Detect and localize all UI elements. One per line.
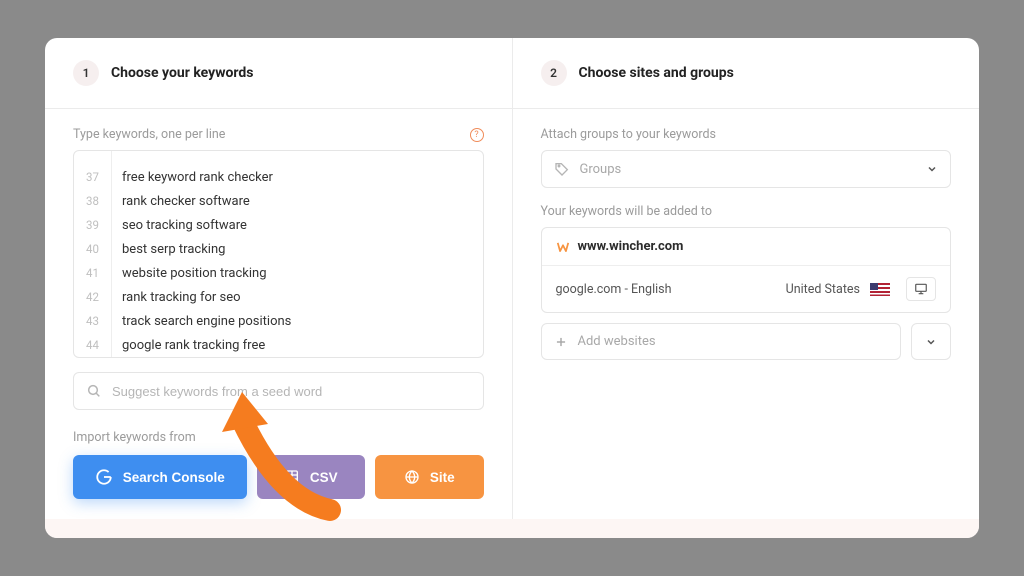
groups-label: Attach groups to your keywords bbox=[541, 127, 952, 142]
column-sites: 2 Choose sites and groups Attach groups … bbox=[513, 38, 980, 519]
us-flag-icon bbox=[870, 283, 890, 296]
keywords-textarea[interactable]: 37 free keyword rank checker 38 rank che… bbox=[73, 150, 484, 358]
globe-icon bbox=[404, 469, 420, 485]
import-csv-label: CSV bbox=[310, 470, 338, 485]
keyword-text: rank tracking for seo bbox=[112, 290, 241, 305]
import-label: Import keywords from bbox=[73, 430, 484, 445]
site-domain: www.wincher.com bbox=[578, 239, 684, 254]
site-card: www.wincher.com google.com - English Uni… bbox=[541, 227, 952, 313]
add-websites-row: Add websites bbox=[541, 323, 952, 360]
suggest-input[interactable] bbox=[112, 384, 471, 399]
step-2-badge: 2 bbox=[541, 60, 567, 86]
modal-columns: 1 Choose your keywords Type keywords, on… bbox=[45, 38, 979, 519]
keyword-row: 41 website position tracking bbox=[74, 261, 483, 285]
tag-icon bbox=[554, 161, 570, 177]
chevron-down-icon bbox=[926, 163, 938, 175]
keyword-row: 42 rank tracking for seo bbox=[74, 285, 483, 309]
sites-label: Your keywords will be added to bbox=[541, 204, 952, 219]
add-websites-dropdown[interactable] bbox=[911, 323, 951, 360]
add-websites-label: Add websites bbox=[578, 334, 656, 349]
groups-select[interactable]: Groups bbox=[541, 150, 952, 188]
line-number: 43 bbox=[74, 309, 112, 333]
line-number: 38 bbox=[74, 189, 112, 213]
import-sc-label: Search Console bbox=[123, 470, 225, 485]
suggest-input-wrapper[interactable] bbox=[73, 372, 484, 410]
keyword-text: rank checker software bbox=[112, 194, 250, 209]
line-number: 42 bbox=[74, 285, 112, 309]
step-2-header: 2 Choose sites and groups bbox=[513, 38, 980, 109]
keywords-label: Type keywords, one per line bbox=[73, 127, 225, 142]
line-number: 39 bbox=[74, 213, 112, 237]
spreadsheet-icon bbox=[284, 469, 300, 485]
keywords-body: Type keywords, one per line ? 37 free ke… bbox=[45, 109, 512, 519]
keyword-text: best serp tracking bbox=[112, 242, 225, 257]
line-number: 37 bbox=[74, 165, 112, 189]
step-1-header: 1 Choose your keywords bbox=[45, 38, 512, 109]
keyword-row: 40 best serp tracking bbox=[74, 237, 483, 261]
google-icon bbox=[95, 468, 113, 486]
chevron-down-icon bbox=[925, 336, 937, 348]
device-desktop-icon[interactable] bbox=[906, 277, 936, 301]
import-search-console-button[interactable]: Search Console bbox=[73, 455, 247, 499]
import-buttons: Search Console CSV Site bbox=[73, 455, 484, 499]
add-keywords-modal: 1 Choose your keywords Type keywords, on… bbox=[45, 38, 979, 538]
help-icon[interactable]: ? bbox=[470, 128, 484, 142]
import-site-button[interactable]: Site bbox=[375, 455, 483, 499]
line-number: 44 bbox=[74, 333, 112, 357]
import-site-label: Site bbox=[430, 470, 455, 485]
keywords-label-row: Type keywords, one per line ? bbox=[73, 127, 484, 142]
plus-icon bbox=[554, 335, 568, 349]
sites-body: Attach groups to your keywords Groups Yo… bbox=[513, 109, 980, 380]
step-1-title: Choose your keywords bbox=[111, 65, 253, 81]
keyword-row-truncated bbox=[74, 151, 483, 165]
modal-footer: Cancel Add keywords bbox=[45, 519, 979, 538]
keyword-row: 43 track search engine positions bbox=[74, 309, 483, 333]
site-header: www.wincher.com bbox=[542, 228, 951, 266]
keyword-text: website position tracking bbox=[112, 266, 267, 281]
keyword-row: 39 seo tracking software bbox=[74, 213, 483, 237]
keyword-text: seo tracking software bbox=[112, 218, 247, 233]
column-keywords: 1 Choose your keywords Type keywords, on… bbox=[45, 38, 513, 519]
site-engine-row[interactable]: google.com - English United States bbox=[542, 266, 951, 312]
keyword-row: 37 free keyword rank checker bbox=[74, 165, 483, 189]
line-number: 40 bbox=[74, 237, 112, 261]
step-1-badge: 1 bbox=[73, 60, 99, 86]
keyword-row: 38 rank checker software bbox=[74, 189, 483, 213]
keyword-text: track search engine positions bbox=[112, 314, 291, 329]
keyword-text: free keyword rank checker bbox=[112, 170, 273, 185]
groups-placeholder: Groups bbox=[580, 162, 622, 177]
wincher-logo-icon bbox=[556, 240, 570, 254]
keyword-text: google rank tracking free bbox=[112, 338, 265, 353]
engine-text: google.com - English bbox=[556, 282, 672, 297]
add-websites-button[interactable]: Add websites bbox=[541, 323, 902, 360]
keyword-row: 44 google rank tracking free bbox=[74, 333, 483, 357]
line-number: 41 bbox=[74, 261, 112, 285]
search-icon bbox=[86, 383, 102, 399]
import-csv-button[interactable]: CSV bbox=[257, 455, 365, 499]
step-2-title: Choose sites and groups bbox=[579, 65, 734, 81]
country-text: United States bbox=[786, 282, 860, 297]
